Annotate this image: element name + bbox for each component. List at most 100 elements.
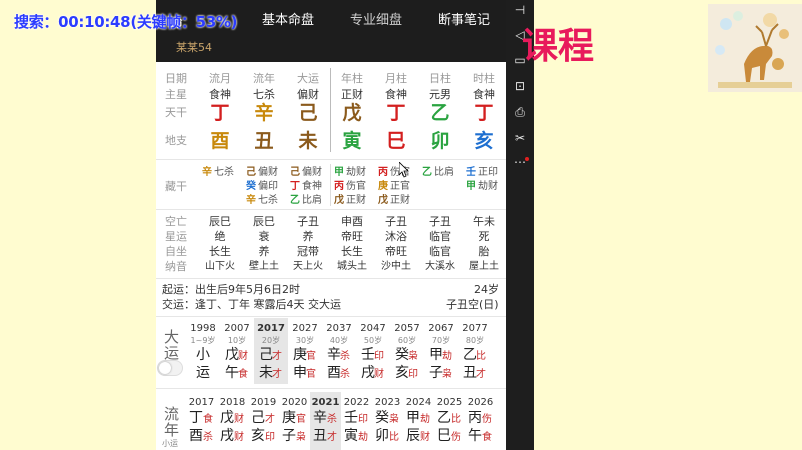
liunian-branch-line: 戌财	[217, 427, 248, 445]
dayun-year: 2057	[394, 323, 420, 334]
toggle-switch[interactable]	[157, 360, 183, 376]
dayun-stem: 甲	[429, 347, 443, 363]
dayun-cell[interactable]: 2077 80岁乙比丑才	[458, 318, 492, 384]
pin-icon[interactable]: ⊣	[512, 2, 528, 18]
chart-extra-cell: 壁上土	[249, 261, 279, 272]
dayun-branch-line: 酉杀	[322, 364, 356, 382]
dayun-branch: 申	[293, 365, 307, 381]
bazi-app-window: 命 基本命盘 专业细盘 断事笔记 某某54 起运：出生后9年5月6日2时 24岁…	[156, 0, 506, 450]
scissors-icon[interactable]: ✂	[512, 130, 528, 146]
hidden-stem: 壬	[466, 167, 476, 178]
hidden-stem-god: 偏印	[258, 181, 278, 192]
dayun-cell-xiaoyun[interactable]: 1998 1~9岁小运	[186, 322, 220, 382]
column-separator	[330, 164, 331, 206]
chart-extra-cell: 天上火	[293, 261, 323, 272]
dayun-branch-god: 枭	[442, 369, 452, 380]
dayun-age: 10岁	[227, 336, 247, 345]
earthly-branch: 巳	[386, 130, 406, 152]
column-name: 大运	[297, 72, 319, 85]
tab-basic-chart[interactable]: 基本命盘	[262, 12, 314, 30]
dayun-cell[interactable]: 2027 30岁庚官申官	[288, 318, 322, 384]
hidden-stem: 丁	[290, 181, 300, 192]
chart-extra-cell: 帝旺	[385, 245, 407, 258]
dayun-cell[interactable]: 2037 40岁辛杀酉杀	[322, 318, 356, 384]
liunian-cell[interactable]: 2017 丁食酉杀	[186, 392, 217, 450]
chart-extra-cell: 衰	[258, 230, 270, 243]
liunian-stem: 己	[251, 410, 265, 426]
dayun-branch-god: 才	[476, 369, 486, 380]
dayun-top: 小	[196, 347, 210, 363]
dayun-cell[interactable]: 2057 60岁癸枭亥印	[390, 318, 424, 384]
liunian-branch-line: 巳伤	[434, 427, 465, 445]
liunian-stem-line: 辛杀	[310, 409, 341, 427]
tab-notes[interactable]: 断事笔记	[438, 12, 490, 30]
hidden-stem: 己	[246, 167, 256, 178]
notification-dot	[525, 157, 529, 161]
kongwang-text: 子丑空(日)	[446, 298, 499, 311]
liunian-branch: 卯	[375, 428, 389, 444]
liunian-cell[interactable]: 2023 癸枭卯比	[372, 392, 403, 450]
liunian-year: 2024	[405, 397, 432, 408]
heavenly-stem: 己	[298, 102, 318, 124]
liunian-stem-line: 己才	[248, 409, 279, 427]
desktop-background-left	[0, 0, 156, 450]
earthly-branch: 亥	[474, 130, 494, 152]
dayun-cell[interactable]: 2067 70岁甲劫子枭	[424, 318, 458, 384]
lesson-title: 课程	[522, 26, 595, 67]
export-icon[interactable]: ⊡	[512, 78, 528, 94]
liunian-branch-line: 寅劫	[341, 427, 372, 445]
hidden-stem-god: 偏财	[258, 167, 278, 178]
earthly-branch: 寅	[342, 130, 362, 152]
chart-extra-cell: 午未	[473, 215, 495, 228]
chart-extra-cell: 死	[478, 230, 490, 243]
dayun-age: 1~9岁	[190, 336, 216, 345]
chart-extra-cell: 养	[258, 245, 270, 258]
chart-extra-cell: 帝旺	[341, 230, 363, 243]
liunian-year: 2019	[250, 397, 277, 408]
heavenly-stem: 丁	[210, 102, 230, 124]
chart-extra-cell: 子丑	[385, 215, 407, 228]
liunian-branch-god: 财	[234, 432, 244, 443]
liunian-cell[interactable]: 2025 乙比巳伤	[434, 392, 465, 450]
liunian-cell[interactable]: 2019 己才亥印	[248, 392, 279, 450]
hidden-stem-god: 比肩	[434, 167, 454, 178]
dayun-age: 30岁	[295, 336, 315, 345]
liunian-cell[interactable]: 2024 甲劫辰财	[403, 392, 434, 450]
dayun-cell[interactable]: 2007 10岁戊财午食	[220, 318, 254, 384]
hidden-stem-god: 劫财	[478, 181, 498, 192]
printer-icon[interactable]: ⎙	[512, 104, 528, 120]
dayun-stem-line: 己才	[254, 346, 288, 364]
liunian-cell[interactable]: 2018 戊财戌财	[217, 392, 248, 450]
chart-extra-cell: 大溪水	[425, 261, 455, 272]
dayun-stem: 己	[259, 347, 273, 363]
column-main-star: 七杀	[253, 88, 275, 101]
liunian-cell[interactable]: 2022 壬印寅劫	[341, 392, 372, 450]
dayun-cell[interactable]: 2047 50岁壬印戌财	[356, 318, 390, 384]
hidden-stem: 戊	[378, 195, 388, 206]
search-progress-overlay: 搜索：00:10:48(关键帧：53%)	[14, 13, 238, 31]
chart-extra-cell: 临官	[429, 230, 451, 243]
dayun-stem-line: 戊财	[220, 346, 254, 364]
column-main-star: 元男	[429, 88, 451, 101]
dayun-branch-line: 亥印	[390, 364, 424, 382]
column-separator	[330, 68, 331, 152]
liunian-stem: 丁	[189, 410, 203, 426]
age-text: 24岁	[474, 283, 499, 296]
dayun-branch-god: 官	[306, 369, 316, 380]
dayun-age: 60岁	[397, 336, 417, 345]
liunian-cell[interactable]: 2020 庚官子枭	[279, 392, 310, 450]
liunian-cell[interactable]: 2026 丙伤午食	[465, 392, 496, 450]
dayun-branch: 丑	[463, 365, 477, 381]
hidden-stem-god: 七杀	[214, 167, 234, 178]
liunian-year: 2020	[281, 397, 308, 408]
liunian-branch-god: 印	[265, 432, 275, 443]
liunian-cell[interactable]: 2021 辛杀丑才	[310, 392, 341, 450]
deer-icon	[708, 4, 802, 92]
liunian-year: 2026	[467, 397, 494, 408]
tab-professional-chart[interactable]: 专业细盘	[350, 12, 402, 30]
dayun-year: 2017	[257, 323, 285, 334]
dayun-cell[interactable]: 2017 20岁己才未才	[254, 318, 288, 384]
dayun-year: 2027	[292, 323, 318, 334]
dayun-age: 80岁	[465, 336, 485, 345]
liunian-branch-line: 子枭	[279, 427, 310, 445]
